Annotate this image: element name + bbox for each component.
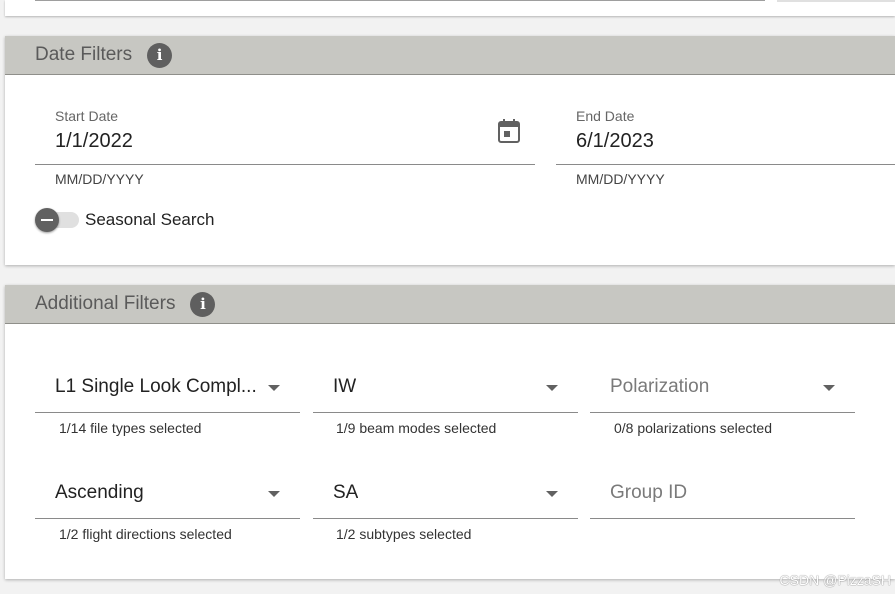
date-filters-header: Date Filters i: [5, 36, 895, 75]
minus-icon: [41, 219, 53, 221]
additional-filters-header: Additional Filters i: [5, 285, 895, 324]
start-date-value[interactable]: 1/1/2022: [55, 130, 133, 153]
info-icon[interactable]: i: [190, 291, 216, 317]
previous-field-underline: [35, 0, 765, 1]
end-date-value[interactable]: 6/1/2023: [576, 130, 654, 153]
previous-panel-edge: [5, 0, 895, 16]
file-type-select[interactable]: L1 Single Look Compl...: [35, 352, 300, 413]
chevron-down-icon[interactable]: [546, 491, 558, 497]
beam-mode-select[interactable]: IW: [313, 352, 578, 413]
chevron-down-icon[interactable]: [268, 385, 280, 391]
subtype-value: SA: [333, 482, 359, 503]
start-date-label: Start Date: [55, 108, 119, 124]
chevron-down-icon[interactable]: [268, 491, 280, 497]
flight-direction-hint: 1/2 flight directions selected: [59, 526, 232, 542]
flight-direction-select[interactable]: Ascending: [35, 458, 300, 519]
chevron-down-icon[interactable]: [823, 385, 835, 391]
additional-filters-panel: Additional Filters i L1 Single Look Comp…: [5, 285, 895, 579]
subtype-hint: 1/2 subtypes selected: [336, 526, 472, 542]
calendar-icon[interactable]: [497, 118, 521, 144]
seasonal-search-toggle[interactable]: [35, 208, 81, 232]
file-type-hint: 1/14 file types selected: [59, 420, 202, 436]
additional-filters-title: Additional Filters: [35, 293, 176, 314]
group-id-placeholder[interactable]: Group ID: [610, 482, 687, 504]
date-filters-panel: Date Filters i Start Date 1/1/2022 MM/DD…: [5, 36, 895, 265]
beam-mode-hint: 1/9 beam modes selected: [336, 420, 497, 436]
chevron-down-icon[interactable]: [546, 385, 558, 391]
subtype-select[interactable]: SA: [313, 458, 578, 519]
toggle-thumb[interactable]: [35, 208, 59, 232]
end-date-label: End Date: [576, 108, 635, 124]
file-type-value: L1 Single Look Compl...: [55, 376, 257, 397]
polarization-placeholder: Polarization: [610, 376, 710, 397]
end-date-field[interactable]: End Date 6/1/2023: [556, 96, 895, 165]
flight-direction-value: Ascending: [55, 482, 144, 503]
beam-mode-value: IW: [333, 376, 357, 397]
date-filters-title: Date Filters: [35, 44, 133, 65]
start-date-field[interactable]: Start Date 1/1/2022: [35, 96, 535, 165]
group-id-input[interactable]: Group ID: [590, 458, 855, 519]
previous-field-box: [777, 0, 895, 2]
seasonal-search-label: Seasonal Search: [85, 210, 215, 229]
polarization-select[interactable]: Polarization: [590, 352, 855, 413]
polarization-hint: 0/8 polarizations selected: [614, 420, 772, 436]
watermark: CSDN @PizzaSH: [779, 572, 891, 588]
start-date-hint: MM/DD/YYYY: [55, 171, 144, 187]
end-date-hint: MM/DD/YYYY: [576, 171, 665, 187]
info-icon[interactable]: i: [147, 42, 173, 68]
